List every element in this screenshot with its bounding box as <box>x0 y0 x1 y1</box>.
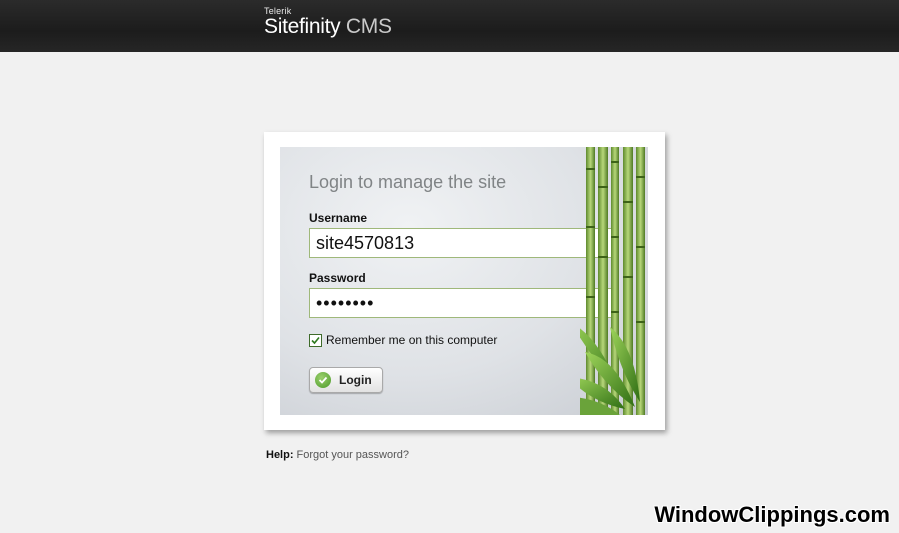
username-input[interactable] <box>309 228 617 258</box>
watermark: WindowClippings.com <box>654 502 890 527</box>
remember-checkbox[interactable] <box>309 333 322 347</box>
help-prefix: Help: <box>266 449 294 461</box>
login-button-label: Login <box>339 373 372 387</box>
logo-product: Sitefinity CMS <box>264 15 392 38</box>
login-panel: Login to manage the site Username Passwo… <box>280 147 648 415</box>
bamboo-icon <box>580 147 645 415</box>
password-label: Password <box>309 271 366 285</box>
username-label: Username <box>309 211 368 225</box>
remember-label: Remember me on this computer <box>326 333 498 347</box>
login-card: Login to manage the site Username Passwo… <box>264 132 665 430</box>
remember-me[interactable]: Remember me on this computer <box>309 332 497 348</box>
sitefinity-logo: Telerik Sitefinity CMS <box>264 6 392 38</box>
header-bar: Telerik Sitefinity CMS <box>0 0 899 52</box>
forgot-password-link[interactable]: Forgot your password? <box>297 449 410 461</box>
logo-product-suffix: CMS <box>340 15 392 38</box>
login-title: Login to manage the site <box>309 172 507 192</box>
checkmark-icon <box>311 336 320 344</box>
help-text: Help: Forgot your password? <box>266 449 409 461</box>
check-circle-icon <box>315 372 331 388</box>
logo-product-main: Sitefinity <box>264 15 341 38</box>
password-input[interactable] <box>309 288 617 318</box>
login-button[interactable]: Login <box>309 367 383 393</box>
